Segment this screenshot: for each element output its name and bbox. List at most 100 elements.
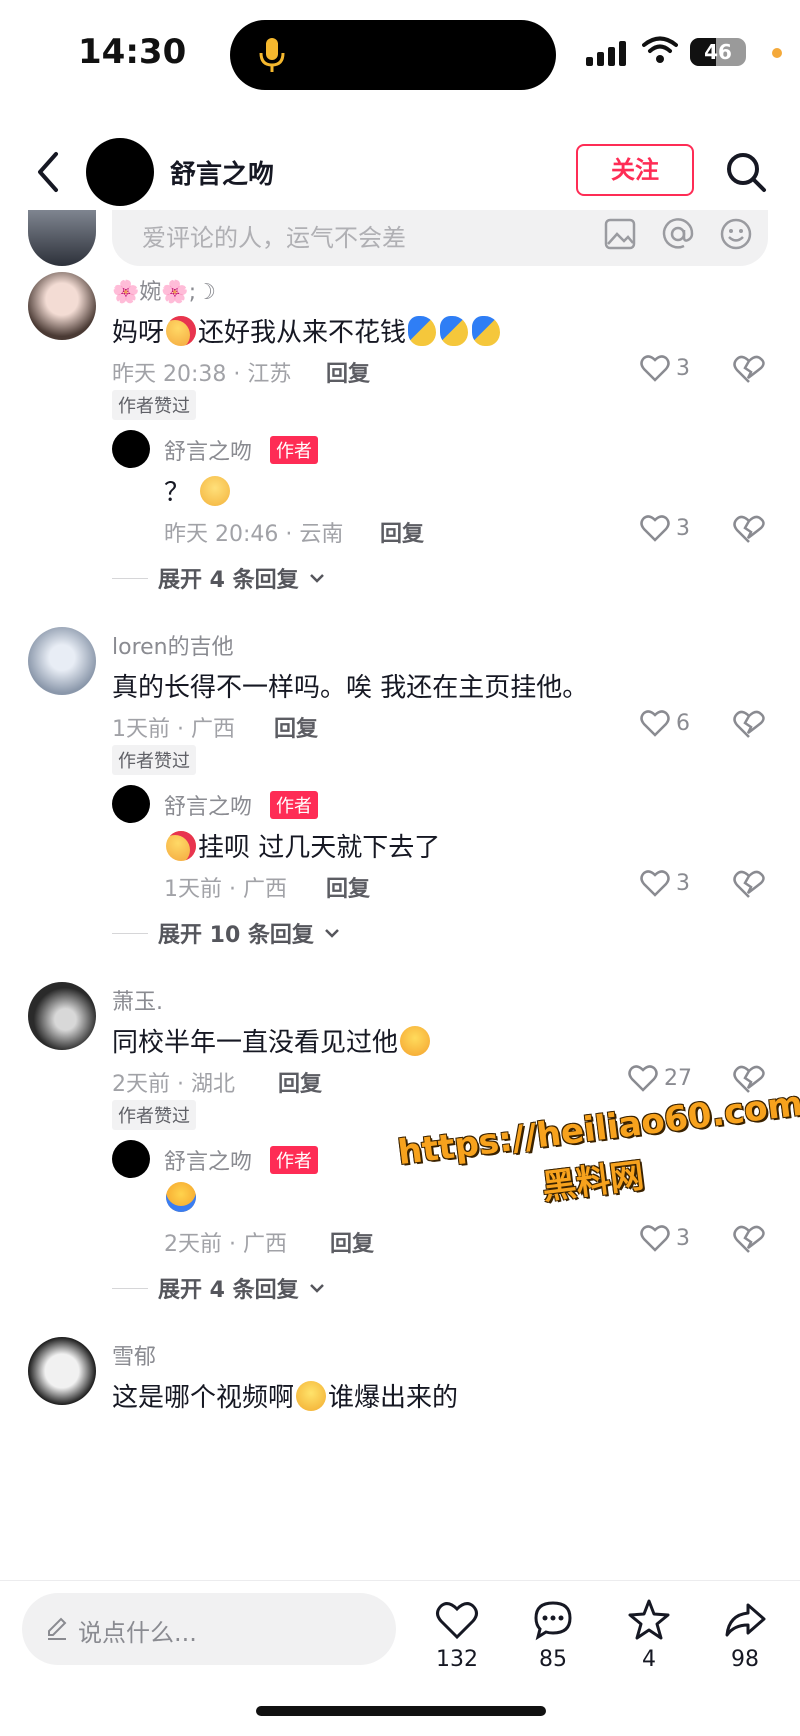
- commenter-name[interactable]: 萧玉.: [112, 984, 163, 1016]
- reply-button[interactable]: 回复: [326, 871, 370, 903]
- comment-text-part: 还好我从来不花钱: [198, 318, 407, 348]
- reply-meta: 昨天 20:46 · 云南: [164, 522, 344, 547]
- comment-item: 雪郁 这是哪个视频啊 谁爆出来的: [0, 1335, 800, 1580]
- divider: [112, 932, 148, 934]
- comment-input-row: 爱评论的人，运气不会差: [0, 210, 800, 270]
- like-button[interactable]: 3: [640, 1224, 690, 1252]
- reply-text: 挂呗 过几天就下去了: [164, 827, 440, 864]
- share-total: 98: [731, 1647, 759, 1672]
- author-name[interactable]: 舒言之吻: [170, 154, 274, 191]
- author-tag: 作者: [270, 791, 318, 819]
- dislike-icon[interactable]: [732, 514, 766, 544]
- expand-replies-label: 展开 4 条回复: [158, 568, 299, 593]
- like-button[interactable]: 3: [640, 354, 690, 382]
- heart-icon: [640, 870, 670, 897]
- commenter-avatar[interactable]: [28, 1337, 96, 1405]
- reply-name[interactable]: 舒言之吻: [164, 789, 252, 821]
- watermark: https://heiliao60.com 黑料网: [396, 1084, 800, 1226]
- like-action[interactable]: 132: [422, 1597, 492, 1672]
- reply-name[interactable]: 舒言之吻: [164, 1144, 252, 1176]
- like-count: 27: [664, 1065, 692, 1091]
- like-button[interactable]: 6: [640, 709, 690, 737]
- reply-button[interactable]: 回复: [326, 356, 370, 388]
- reply-avatar[interactable]: [112, 1140, 150, 1178]
- like-button[interactable]: 27: [628, 1064, 692, 1092]
- reply-avatar[interactable]: [112, 430, 150, 468]
- hug-emoji-icon: [166, 316, 197, 346]
- at-icon[interactable]: [660, 216, 696, 252]
- pen-icon: [48, 1617, 67, 1640]
- commenter-name[interactable]: 🌸婉🌸;☽: [112, 274, 216, 306]
- commenter-name[interactable]: loren的吉他: [112, 629, 234, 661]
- reply-button[interactable]: 回复: [330, 1226, 374, 1258]
- divider: [112, 577, 148, 579]
- reply-button[interactable]: 回复: [278, 1066, 322, 1098]
- share-icon: [725, 1603, 766, 1637]
- favorite-action[interactable]: 4: [614, 1597, 684, 1672]
- comment-input[interactable]: 爱评论的人，运气不会差: [112, 210, 768, 266]
- reply-text-part: 挂呗 过几天就下去了: [198, 833, 441, 863]
- dislike-icon[interactable]: [732, 354, 766, 384]
- heart-icon: [640, 710, 670, 737]
- reply-meta: 1天前 · 广西: [164, 877, 287, 902]
- reply-text-part: ？: [164, 478, 191, 508]
- chevron-down-icon: [309, 574, 324, 583]
- commenter-avatar[interactable]: [28, 982, 96, 1050]
- comment-icon: [534, 1601, 572, 1641]
- dynamic-island: [230, 20, 556, 90]
- follow-button[interactable]: 关注: [576, 144, 694, 196]
- dislike-icon[interactable]: [732, 869, 766, 899]
- reply-name[interactable]: 舒言之吻: [164, 434, 252, 466]
- comment-text-part: 同校半年一直没看见过他: [112, 1028, 399, 1058]
- divider: [112, 1287, 148, 1289]
- search-icon[interactable]: [724, 150, 768, 194]
- comment-input-placeholder: 爱评论的人，运气不会差: [142, 224, 406, 252]
- expand-replies[interactable]: 展开 10 条回复: [112, 917, 340, 949]
- fall-emoji-icon: [408, 316, 437, 346]
- reply-meta: 2天前 · 广西: [164, 1232, 287, 1257]
- favorite-total: 4: [642, 1647, 656, 1672]
- commenter-avatar[interactable]: [28, 272, 96, 340]
- comment-meta: 1天前 · 广西: [112, 717, 235, 742]
- heart-icon: [640, 515, 670, 542]
- heart-icon: [640, 355, 670, 382]
- emoji-icon[interactable]: [718, 216, 754, 252]
- comment-action[interactable]: 85: [518, 1597, 588, 1672]
- author-liked-badge: 作者赞过: [112, 745, 196, 775]
- share-action[interactable]: 98: [710, 1597, 780, 1672]
- author-liked-badge: 作者赞过: [112, 1100, 196, 1130]
- author-avatar[interactable]: [86, 138, 154, 206]
- author-tag: 作者: [270, 1146, 318, 1174]
- expand-replies[interactable]: 展开 4 条回复: [112, 1272, 325, 1304]
- reply-avatar[interactable]: [112, 785, 150, 823]
- like-count: 6: [676, 710, 690, 736]
- shocked-emoji-icon: [296, 1381, 327, 1411]
- expand-replies[interactable]: 展开 4 条回复: [112, 562, 325, 594]
- expand-replies-label: 展开 10 条回复: [158, 923, 314, 948]
- reply-text: [164, 1182, 198, 1214]
- profile-header: 舒言之吻 关注: [0, 120, 800, 224]
- back-icon[interactable]: [30, 148, 66, 196]
- like-button[interactable]: 3: [640, 514, 690, 542]
- expand-replies-label: 展开 4 条回复: [158, 1278, 299, 1303]
- status-time: 14:30: [78, 32, 187, 72]
- laughing-emoji-icon: [166, 1182, 196, 1212]
- image-icon[interactable]: [602, 216, 638, 252]
- reply-button[interactable]: 回复: [274, 711, 318, 743]
- home-indicator[interactable]: [256, 1706, 546, 1716]
- commenter-name[interactable]: 雪郁: [112, 1339, 156, 1371]
- battery-level: 46: [704, 40, 732, 64]
- comment-text: 这是哪个视频啊 谁爆出来的: [112, 1377, 458, 1414]
- hug-emoji-icon: [166, 831, 196, 861]
- like-button[interactable]: 3: [640, 869, 690, 897]
- comment-text-part: 这是哪个视频啊: [112, 1383, 295, 1413]
- privacy-indicator: [772, 48, 782, 58]
- reply-text: ？: [164, 472, 232, 509]
- commenter-avatar[interactable]: [28, 627, 96, 695]
- dislike-icon[interactable]: [732, 709, 766, 739]
- say-something-input[interactable]: 说点什么...: [22, 1593, 396, 1665]
- reply-button[interactable]: 回复: [380, 516, 424, 548]
- wifi-icon: [642, 36, 678, 63]
- heart-icon: [628, 1065, 658, 1092]
- dislike-icon[interactable]: [732, 1224, 766, 1254]
